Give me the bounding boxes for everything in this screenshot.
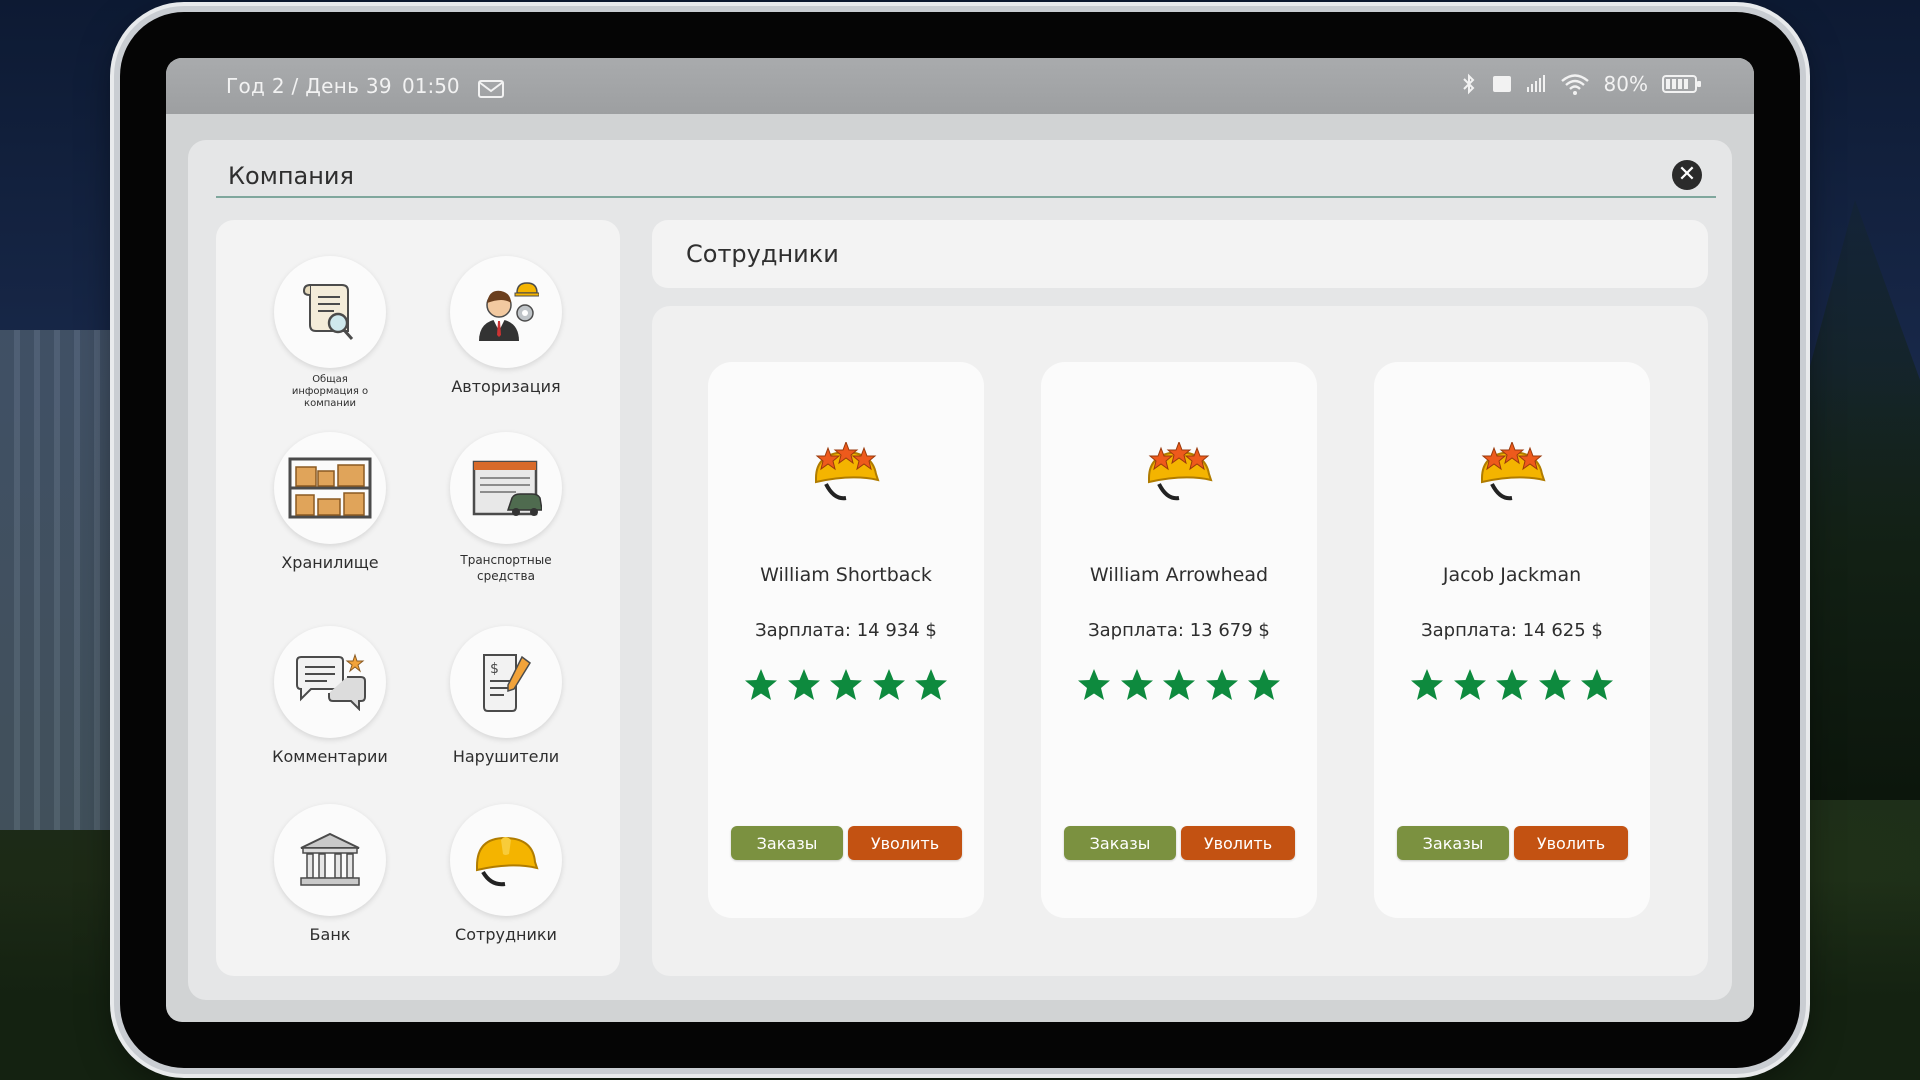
star-icon: [1120, 669, 1153, 700]
star-icon: [1163, 669, 1195, 700]
star-icon: [745, 669, 777, 700]
star-icon: [1078, 669, 1110, 700]
star-icon: [1538, 669, 1571, 700]
employee-rating: [744, 668, 948, 706]
sidebar-item-label: Комментарии: [272, 747, 388, 766]
employee-salary: Зарплата: 14 625 $: [1421, 620, 1603, 641]
mail-icon[interactable]: [478, 80, 504, 98]
battery-percent: 80%: [1603, 72, 1648, 96]
sidebar-item-storage[interactable]: Хранилище: [242, 432, 418, 572]
title-divider: [216, 196, 1716, 198]
sidebar-icon-circle: [274, 256, 386, 368]
status-bar: Год 2 / День 39 01:50 80%: [166, 58, 1754, 114]
employee-name: Jacob Jackman: [1442, 564, 1582, 586]
violators-invoice-icon: $: [483, 654, 531, 712]
employee-hard-hat-stars-icon: [1148, 442, 1213, 501]
sim-icon: [1492, 76, 1511, 92]
employee-salary: Зарплата: 14 934 $: [755, 620, 937, 641]
fire-button[interactable]: Уволить: [1514, 826, 1628, 860]
panel-title: Компания: [228, 162, 354, 190]
sidebar-item-violators[interactable]: $ Нарушители: [418, 626, 594, 766]
employee-hard-hat-stars-icon: [1481, 442, 1546, 501]
employee-name: William Shortback: [760, 564, 932, 586]
tablet-device: Год 2 / День 39 01:50 80% Компания ✕ Общ…: [120, 12, 1800, 1068]
comments-icon: [296, 653, 366, 711]
background-tree: [1790, 200, 1920, 800]
sidebar-icon-circle: [450, 256, 562, 368]
status-date: Год 2 / День 39: [226, 74, 392, 98]
sidebar-item-label: Банк: [309, 925, 351, 944]
sidebar-item-company-info[interactable]: Общая информация о компании: [242, 256, 418, 410]
sidebar-item-label: Сотрудники: [455, 925, 557, 944]
star-icon: [1581, 669, 1613, 700]
sidebar-icon-circle: $: [450, 626, 562, 738]
section-title: Сотрудники: [686, 240, 839, 268]
section-header: Сотрудники: [652, 220, 1708, 288]
employee-card: William Arrowhead Зарплата: 13 679 $ Зак…: [1041, 362, 1317, 918]
signal-icon: [1526, 75, 1545, 92]
fire-button[interactable]: Уволить: [1181, 826, 1295, 860]
orders-button[interactable]: Заказы: [1397, 826, 1509, 860]
star-icon: [915, 669, 947, 700]
document-search-icon: [302, 284, 354, 340]
sidebar-item-vehicles[interactable]: Транспортные средства: [418, 432, 594, 584]
company-sidebar: Общая информация о компании Авторизация …: [216, 220, 620, 976]
employee-hard-hat-stars-icon: [815, 442, 880, 501]
sidebar-item-authorization[interactable]: Авторизация: [418, 256, 594, 396]
sidebar-icon-circle: [450, 432, 562, 544]
star-icon: [1205, 669, 1238, 700]
bluetooth-icon: [1462, 73, 1474, 95]
employee-name: William Arrowhead: [1089, 564, 1269, 586]
sidebar-item-label: Хранилище: [281, 553, 379, 572]
company-panel: Компания ✕ Общая информация о компании А…: [188, 140, 1732, 1000]
hard-hat-icon: [476, 836, 539, 887]
star-icon: [1496, 669, 1528, 700]
star-icon: [830, 669, 862, 700]
tablet-screen: Год 2 / День 39 01:50 80% Компания ✕ Общ…: [166, 58, 1754, 1022]
star-icon: [787, 669, 820, 700]
sidebar-item-label: Общая информация о компании: [291, 374, 369, 409]
sidebar-item-label: Транспортные средства: [460, 553, 552, 583]
garage-vehicle-icon: [472, 460, 542, 516]
star-icon: [1453, 669, 1486, 700]
sidebar-icon-circle: [450, 804, 562, 916]
employee-card: William Shortback Зарплата: 14 934 $ Зак…: [708, 362, 984, 918]
storage-shelves-icon: [288, 457, 372, 519]
bank-icon: [300, 832, 360, 886]
wifi-icon: [1560, 74, 1589, 95]
sidebar-item-comments[interactable]: Комментарии: [242, 626, 418, 766]
fire-button[interactable]: Уволить: [848, 826, 962, 860]
background-shipping-container: [0, 330, 140, 830]
employee-rating: [1077, 668, 1281, 706]
orders-button[interactable]: Заказы: [731, 826, 843, 860]
svg-text:$: $: [490, 661, 499, 677]
star-icon: [1248, 669, 1280, 700]
star-icon: [1411, 669, 1443, 700]
star-icon: [872, 669, 905, 700]
employee-rating: [1410, 668, 1614, 706]
status-indicators: 80%: [1460, 72, 1702, 96]
sidebar-item-label: Нарушители: [452, 747, 560, 766]
close-button[interactable]: ✕: [1672, 160, 1702, 190]
sidebar-item-label: Авторизация: [451, 377, 561, 396]
employees-list: William Shortback Зарплата: 14 934 $ Зак…: [652, 306, 1708, 976]
status-time: 01:50: [402, 74, 460, 98]
authorization-person-icon: [479, 282, 539, 341]
employee-salary: Зарплата: 13 679 $: [1088, 620, 1270, 641]
employee-card: Jacob Jackman Зарплата: 14 625 $ Заказы …: [1374, 362, 1650, 918]
close-icon: ✕: [1677, 162, 1697, 187]
orders-button[interactable]: Заказы: [1064, 826, 1176, 860]
sidebar-icon-circle: [274, 432, 386, 544]
sidebar-item-bank[interactable]: Банк: [242, 804, 418, 944]
battery-icon: [1662, 75, 1701, 93]
sidebar-icon-circle: [274, 804, 386, 916]
sidebar-icon-circle: [274, 626, 386, 738]
sidebar-item-employees[interactable]: Сотрудники: [418, 804, 594, 944]
